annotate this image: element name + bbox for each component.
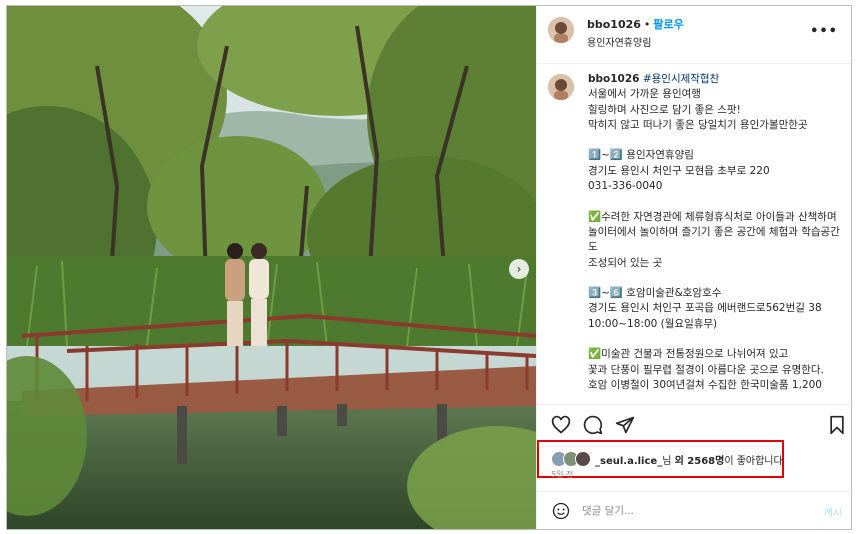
post-location[interactable]: 용인자연휴양림 [587,34,651,49]
likes-suffix-2: 이 좋아합니다 [724,456,783,467]
post-header: bbo1026 • 팔로우 용인자연휴양림 ••• [537,6,851,64]
caption-text: bbo1026 #용인시제작협찬 서울에서 가까운 용인여행 힐링하며 사진으로… [588,72,844,393]
instagram-post-window: › bbo1026 • 팔로우 용인자연휴양림 ••• bbo1026 #용인시… [6,5,852,530]
follow-button[interactable]: 팔로우 [653,18,683,31]
caption-username[interactable]: bbo1026 [588,73,639,85]
more-horizontal-icon[interactable]: ••• [810,24,838,39]
liker-avatar [575,451,591,467]
emoji-icon[interactable] [552,502,570,520]
action-bar [537,404,851,442]
heart-icon[interactable] [551,415,571,435]
post-comment-button[interactable]: 게시 [824,504,842,519]
likes-count[interactable]: 외 2568명 [675,456,725,467]
likes-summary[interactable]: _seul.a.lice_님 외 2568명이 좋아합니다 [595,452,783,467]
chevron-right-icon: › [516,262,522,276]
comment-input[interactable] [582,500,802,522]
caption-hashtag[interactable]: #용인시제작협찬 [643,73,719,85]
caption-body: 서울에서 가까운 용인여행 힐링하며 사진으로 담기 좋은 스팟! 막히지 않고… [588,88,840,391]
author-username[interactable]: bbo1026 [587,18,641,31]
comment-icon[interactable] [583,415,603,435]
caption-author-avatar[interactable] [548,74,574,100]
likes-suffix-1: 님 [662,456,675,467]
liker-username[interactable]: _seul.a.lice_ [595,456,662,467]
post-detail-panel: bbo1026 • 팔로우 용인자연휴양림 ••• bbo1026 #용인시제작협찬… [536,6,851,529]
liker-avatars [551,451,593,467]
comment-bar: 게시 [537,491,851,529]
post-time[interactable]: 5일 전 [551,469,573,480]
carousel-next-button[interactable]: › [509,259,529,279]
caption-scroll-area[interactable]: bbo1026 #용인시제작협찬 서울에서 가까운 용인여행 힐링하며 사진으로… [537,64,851,404]
author-line: bbo1026 • 팔로우 [587,16,684,32]
forest-deck-scene [7,6,536,529]
likes-highlight-box: _seul.a.lice_님 외 2568명이 좋아합니다 5일 전 [537,440,784,480]
bookmark-icon[interactable] [827,415,847,435]
separator-dot: • [643,18,651,31]
send-icon[interactable] [615,415,635,435]
post-photo[interactable]: › [7,6,536,529]
author-avatar[interactable] [548,17,574,43]
